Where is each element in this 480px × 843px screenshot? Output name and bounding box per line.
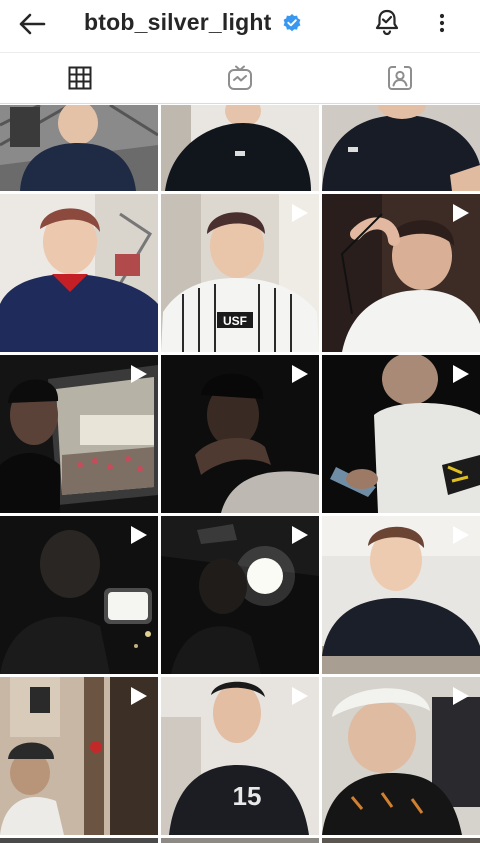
- bell-check-icon[interactable]: [370, 5, 404, 39]
- video-play-icon: [292, 526, 308, 544]
- post-photo: [0, 838, 158, 843]
- video-play-icon: [453, 687, 469, 705]
- tab-igtv[interactable]: [160, 53, 320, 103]
- video-play-icon: [292, 204, 308, 222]
- post-photo: [0, 105, 158, 191]
- video-play-icon: [131, 365, 147, 383]
- post-thumbnail[interactable]: [161, 516, 319, 674]
- vertical-dots-icon[interactable]: [428, 6, 456, 40]
- profile-tabs: [0, 52, 480, 104]
- post-thumbnail[interactable]: [0, 838, 158, 843]
- tab-tagged[interactable]: [320, 53, 480, 103]
- post-thumbnail[interactable]: [322, 355, 480, 513]
- shirt-print-text: USF: [223, 314, 247, 328]
- post-photo: [0, 194, 158, 352]
- grid-icon: [68, 66, 92, 90]
- post-thumbnail[interactable]: [161, 838, 319, 843]
- video-play-icon: [453, 204, 469, 222]
- video-play-icon: [292, 687, 308, 705]
- profile-header: btob_silver_light: [0, 0, 480, 48]
- profile-username: btob_silver_light: [84, 9, 272, 35]
- tagged-person-icon: [388, 65, 412, 90]
- post-thumbnail[interactable]: USF: [161, 194, 319, 352]
- verified-badge-icon: [283, 14, 301, 32]
- back-arrow-icon[interactable]: [14, 6, 50, 42]
- video-play-icon: [131, 526, 147, 544]
- tab-grid[interactable]: [0, 53, 160, 103]
- post-thumbnail[interactable]: 15: [161, 677, 319, 835]
- video-play-icon: [292, 365, 308, 383]
- post-thumbnail[interactable]: [161, 355, 319, 513]
- post-photo: [161, 105, 319, 191]
- shirt-print-text: 15: [233, 781, 262, 811]
- video-play-icon: [453, 365, 469, 383]
- post-photo: [161, 838, 319, 843]
- post-thumbnail[interactable]: [0, 516, 158, 674]
- post-thumbnail[interactable]: [322, 194, 480, 352]
- igtv-icon: [228, 65, 252, 90]
- post-thumbnail[interactable]: [0, 194, 158, 352]
- post-photo: [322, 105, 480, 191]
- post-photo: [322, 838, 480, 843]
- posts-grid: USF 15: [0, 105, 480, 843]
- post-thumbnail[interactable]: [322, 516, 480, 674]
- post-thumbnail[interactable]: [322, 677, 480, 835]
- post-thumbnail[interactable]: [161, 105, 319, 191]
- post-thumbnail[interactable]: [0, 355, 158, 513]
- post-thumbnail[interactable]: [0, 105, 158, 191]
- post-thumbnail[interactable]: [0, 677, 158, 835]
- post-thumbnail[interactable]: [322, 838, 480, 843]
- video-play-icon: [453, 526, 469, 544]
- video-play-icon: [131, 687, 147, 705]
- post-thumbnail[interactable]: [322, 105, 480, 191]
